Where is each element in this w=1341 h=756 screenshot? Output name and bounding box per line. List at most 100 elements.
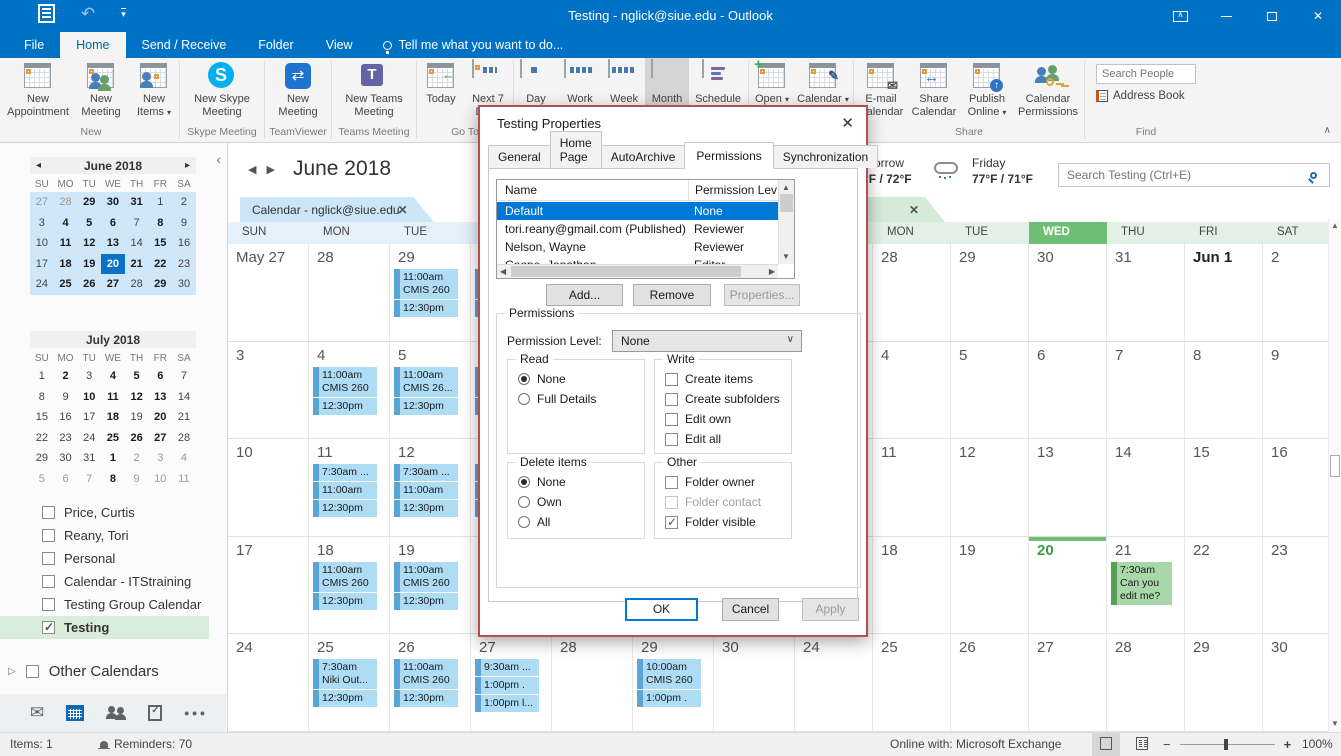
day-cell[interactable]: 13 bbox=[1029, 439, 1107, 536]
day-cell[interactable]: 2910:00am CMIS 2601:00pm . bbox=[633, 634, 714, 731]
collapse-ribbon-icon[interactable]: ∧ bbox=[1324, 125, 1331, 136]
calendar-event[interactable]: 12:30pm bbox=[394, 593, 458, 610]
add-button[interactable]: Add... bbox=[546, 284, 623, 306]
zoom-slider[interactable] bbox=[1180, 744, 1275, 745]
ok-button[interactable]: OK bbox=[625, 598, 698, 621]
calendar-checkbox[interactable] bbox=[42, 529, 55, 542]
mini-day[interactable]: 18 bbox=[54, 254, 78, 275]
mini-day[interactable]: 4 bbox=[172, 448, 196, 469]
mini-day[interactable]: 29 bbox=[77, 192, 101, 213]
mini-day[interactable]: 3 bbox=[148, 448, 172, 469]
vertical-scrollbar[interactable]: ▲ ▼ bbox=[1328, 219, 1341, 732]
day-cell[interactable]: 12 bbox=[951, 439, 1029, 536]
weather-friday[interactable]: Friday 77°F / 71°F bbox=[934, 156, 1033, 186]
menu-tab-folder[interactable]: Folder bbox=[242, 32, 309, 58]
day-cell[interactable]: 30 bbox=[1029, 244, 1107, 341]
mini-day[interactable]: 31 bbox=[77, 448, 101, 469]
dialog-tab-permissions[interactable]: Permissions bbox=[684, 142, 773, 169]
day-cell[interactable]: 10 bbox=[228, 439, 309, 536]
calendar-event[interactable]: 12:30pm bbox=[394, 398, 458, 415]
mini-day[interactable]: 12 bbox=[77, 233, 101, 254]
mini-day[interactable]: 5 bbox=[30, 469, 54, 490]
mini-day[interactable]: 7 bbox=[125, 213, 149, 234]
sidebar-calendar-testing-group-calendar[interactable]: Testing Group Calendar bbox=[0, 593, 209, 616]
mini-day[interactable]: 26 bbox=[125, 428, 149, 449]
zoom-percentage[interactable]: 100% bbox=[1302, 737, 1333, 751]
calendar-event[interactable]: 11:00am bbox=[394, 482, 458, 499]
list-horizontal-scrollbar[interactable]: ◀▶ bbox=[497, 264, 778, 278]
calendar-event[interactable]: 11:00am CMIS 260 bbox=[394, 269, 458, 299]
day-cell[interactable]: May 27 bbox=[228, 244, 309, 341]
mini-day[interactable]: 11 bbox=[172, 469, 196, 490]
today-button[interactable]: ← Today bbox=[418, 58, 464, 124]
more-nav-icon[interactable]: ••• bbox=[184, 705, 208, 721]
calendar-event[interactable]: 7:30am ... bbox=[394, 464, 458, 481]
radio-none[interactable]: None bbox=[518, 475, 644, 489]
day-cell[interactable]: 29 bbox=[1185, 634, 1263, 731]
mini-day[interactable]: 30 bbox=[101, 192, 125, 213]
day-cell[interactable]: 19 bbox=[951, 537, 1029, 634]
search-people-input[interactable] bbox=[1096, 64, 1196, 84]
mini-day[interactable]: 8 bbox=[148, 213, 172, 234]
mini-day[interactable]: 31 bbox=[125, 192, 149, 213]
calendar-checkbox[interactable] bbox=[42, 552, 55, 565]
day-cell[interactable]: 28 bbox=[873, 244, 951, 341]
dialog-tab-home-page[interactable]: Home Page bbox=[550, 131, 602, 168]
zoom-in-icon[interactable]: + bbox=[1284, 737, 1292, 752]
column-header-name[interactable]: Name bbox=[497, 180, 688, 200]
calendar-permissions-button[interactable]: Calendar Permissions bbox=[1013, 58, 1083, 124]
mini-day[interactable]: 22 bbox=[148, 254, 172, 275]
day-cell[interactable]: 2911:00am CMIS 26012:30pm bbox=[390, 244, 471, 341]
permission-level-dropdown[interactable]: None ∨ bbox=[612, 330, 802, 352]
mini-day[interactable]: 28 bbox=[54, 192, 78, 213]
day-cell[interactable]: 511:00am CMIS 26...12:30pm bbox=[390, 342, 471, 439]
day-cell[interactable]: 27 bbox=[1029, 634, 1107, 731]
mini-day[interactable]: 4 bbox=[101, 366, 125, 387]
mini-day[interactable]: 6 bbox=[148, 366, 172, 387]
checkbox-edit-all[interactable]: Edit all bbox=[665, 432, 791, 446]
close-calendar-icon[interactable]: ✕ bbox=[398, 203, 408, 217]
mail-nav-icon[interactable]: ✉ bbox=[30, 703, 44, 723]
calendar-event[interactable]: 1:00pm l... bbox=[475, 695, 539, 712]
day-cell[interactable]: 5 bbox=[951, 342, 1029, 439]
calendar-nav-icon[interactable] bbox=[66, 705, 84, 721]
day-cell[interactable]: 29 bbox=[951, 244, 1029, 341]
close-button[interactable]: ✕ bbox=[1295, 0, 1341, 32]
permission-entry[interactable]: DefaultNone bbox=[497, 202, 778, 220]
mini-day[interactable]: 6 bbox=[54, 469, 78, 490]
mini-day[interactable]: 2 bbox=[54, 366, 78, 387]
calendar-event[interactable]: 10:00am CMIS 260 bbox=[637, 659, 701, 689]
mini-day[interactable]: 29 bbox=[148, 274, 172, 295]
mini-day[interactable]: 10 bbox=[77, 387, 101, 408]
ribbon-display-options-icon[interactable] bbox=[1157, 0, 1203, 32]
day-cell[interactable]: Jun 1 bbox=[1185, 244, 1263, 341]
list-vertical-scrollbar[interactable]: ▲▼ bbox=[778, 180, 794, 264]
mini-day[interactable]: 21 bbox=[172, 407, 196, 428]
calendar-event[interactable]: 9:30am ... bbox=[475, 659, 539, 676]
dialog-tab-synchronization[interactable]: Synchronization bbox=[773, 145, 878, 168]
new-meeting-button[interactable]: New Meeting bbox=[72, 58, 130, 124]
mini-day[interactable]: 1 bbox=[148, 192, 172, 213]
calendar-event[interactable]: 7:30am Can you edit me? bbox=[1111, 562, 1172, 605]
calendar-event[interactable]: 12:30pm bbox=[394, 300, 458, 317]
new-skype-meeting-button[interactable]: New Skype Meeting bbox=[181, 58, 263, 124]
maximize-button[interactable] bbox=[1249, 0, 1295, 32]
mini-day[interactable]: 30 bbox=[54, 448, 78, 469]
day-cell[interactable]: 18 bbox=[873, 537, 951, 634]
day-cell[interactable]: 11 bbox=[873, 439, 951, 536]
mini-day[interactable]: 14 bbox=[125, 233, 149, 254]
mini-day[interactable]: 15 bbox=[148, 233, 172, 254]
mini-day[interactable]: 18 bbox=[101, 407, 125, 428]
permission-entry[interactable]: Nelson, WayneReviewer bbox=[497, 238, 778, 256]
other-calendars-checkbox[interactable] bbox=[26, 665, 39, 678]
day-cell[interactable]: 3 bbox=[228, 342, 309, 439]
day-cell[interactable]: 24 bbox=[795, 634, 873, 731]
radio-full-details[interactable]: Full Details bbox=[518, 392, 644, 406]
menu-tab-home[interactable]: Home bbox=[60, 32, 125, 58]
menu-tab-file[interactable]: File bbox=[8, 32, 60, 58]
mini-day[interactable]: 25 bbox=[54, 274, 78, 295]
close-calendar-icon[interactable]: ✕ bbox=[909, 203, 919, 217]
minimize-button[interactable] bbox=[1203, 0, 1249, 32]
mini-day[interactable]: 16 bbox=[172, 233, 196, 254]
day-cell[interactable]: 117:30am ...11:00am12:30pm bbox=[309, 439, 390, 536]
